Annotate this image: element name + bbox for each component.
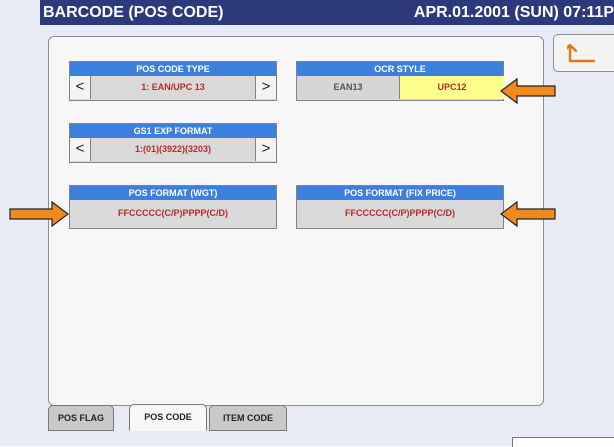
pos-format-fix-price-value: FFCCCCC(C/P)PPPP(C/D) [345,208,455,218]
gs1-exp-format-prev-button[interactable]: < [70,138,91,161]
title-bar: BARCODE (POS CODE) APR.01.2001 (SUN) 07:… [40,0,614,25]
return-arrow-icon [567,43,596,63]
pos-format-wgt-body: FFCCCCC(C/P)PPPP(C/D) [70,200,276,227]
ocr-style-option-ean13[interactable]: EAN13 [297,76,399,99]
pos-code-type-header: POS CODE TYPE [70,62,276,76]
orange-arrow-icon [500,77,556,105]
pos-code-type-body: < 1: EAN/UPC 13 > [70,76,276,99]
gs1-exp-format-header: GS1 EXP FORMAT [70,124,276,138]
pos-code-type-prev-button[interactable]: < [70,76,91,99]
orange-arrow-icon [9,200,69,228]
pos-code-type-field: POS CODE TYPE < 1: EAN/UPC 13 > [69,61,277,101]
gs1-exp-format-field: GS1 EXP FORMAT < 1:(01)(3922)(3203) > [69,123,277,163]
ocr-style-option-upc12[interactable]: UPC12 [399,76,504,99]
datetime: APR.01.2001 (SUN) 07:11P [413,4,614,21]
ocr-style-field: OCR STYLE EAN13 UPC12 [296,61,504,101]
back-button[interactable] [553,34,614,72]
pos-format-fix-price-header: POS FORMAT (FIX PRICE) [297,186,503,200]
pos-code-type-value: 1: EAN/UPC 13 [141,82,205,92]
settings-panel: POS CODE TYPE < 1: EAN/UPC 13 > OCR STYL… [48,36,544,406]
pos-format-wgt-header: POS FORMAT (WGT) [70,186,276,200]
pos-format-wgt-field[interactable]: POS FORMAT (WGT) FFCCCCC(C/P)PPPP(C/D) [69,185,277,229]
page-title: BARCODE (POS CODE) [43,4,224,21]
gs1-exp-format-body: < 1:(01)(3922)(3203) > [70,138,276,161]
orange-arrow-icon [500,200,556,228]
screen: BARCODE (POS CODE) APR.01.2001 (SUN) 07:… [0,0,614,447]
tab-item-code[interactable]: ITEM CODE [209,405,287,431]
tab-pos-flag[interactable]: POS FLAG [48,405,114,431]
pos-format-fix-price-field[interactable]: POS FORMAT (FIX PRICE) FFCCCCC(C/P)PPPP(… [296,185,504,229]
pos-format-fix-price-body: FFCCCCC(C/P)PPPP(C/D) [297,200,503,227]
tab-pos-code[interactable]: POS CODE [129,404,207,431]
gs1-exp-format-value: 1:(01)(3922)(3203) [134,144,212,154]
gs1-exp-format-next-button[interactable]: > [255,138,276,161]
pos-format-wgt-value: FFCCCCC(C/P)PPPP(C/D) [118,208,228,218]
ocr-style-header: OCR STYLE [297,62,503,76]
pos-code-type-next-button[interactable]: > [255,76,276,99]
ocr-style-body: EAN13 UPC12 [297,76,504,99]
